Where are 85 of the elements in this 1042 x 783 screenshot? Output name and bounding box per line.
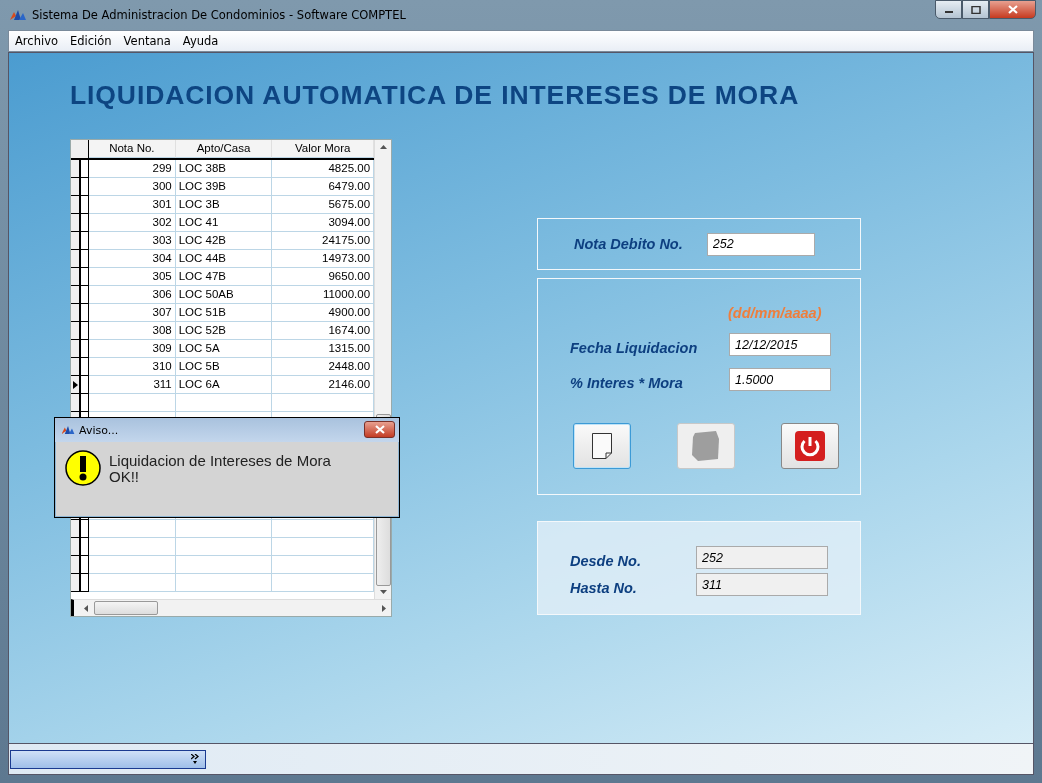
row-header[interactable]	[71, 214, 89, 232]
table-cell: LOC 42B	[175, 232, 273, 250]
table-cell: LOC 51B	[175, 304, 273, 322]
menu-item[interactable]: Edición	[64, 34, 117, 48]
table-cell: 304	[89, 250, 176, 268]
maximize-icon	[970, 5, 981, 14]
table-cell: 307	[89, 304, 176, 322]
input-field[interactable]: 252	[696, 546, 828, 569]
row-header[interactable]	[71, 340, 89, 358]
app-logo-icon	[61, 426, 75, 434]
menu-item[interactable]: Ayuda	[176, 34, 224, 48]
warning-icon	[65, 450, 101, 486]
table-cell: LOC 3B	[175, 196, 273, 214]
maximize-button[interactable]	[962, 0, 989, 19]
table-cell: 309	[89, 340, 176, 358]
input-field[interactable]: 252	[706, 232, 815, 256]
table-cell: LOC 44B	[175, 250, 273, 268]
table-cell: LOC 41	[175, 214, 273, 232]
row-header[interactable]	[71, 178, 89, 196]
column-header[interactable]: Nota No.	[89, 140, 176, 158]
scroll-right-arrow-icon[interactable]	[382, 604, 386, 612]
chevron-icon	[191, 754, 199, 764]
input-field[interactable]: 12/12/2015	[729, 333, 831, 356]
table-cell: 310	[89, 358, 176, 376]
table-cell: LOC 6A	[175, 376, 273, 394]
window-title: Sistema De Administracion De Condominios - Software COMPTEL	[32, 8, 406, 22]
page-heading: LIQUIDACION AUTOMATICA DE INTERESES DE MORA	[70, 80, 801, 111]
close-icon	[374, 425, 385, 434]
close-button[interactable]	[364, 421, 395, 438]
exit-button[interactable]	[781, 423, 839, 469]
close-icon	[1007, 5, 1018, 14]
table-cell: 306	[89, 286, 176, 304]
table-cell: 299	[89, 160, 176, 178]
table-cell: LOC 50AB	[175, 286, 273, 304]
field-label: Fecha Liquidacion	[570, 339, 698, 356]
new-button[interactable]	[573, 423, 631, 469]
field-label: Desde No.	[570, 552, 641, 569]
field-label: Nota Debito No.	[574, 236, 683, 252]
menu-item[interactable]: Archivo	[9, 34, 63, 48]
app-logo-icon	[10, 10, 26, 20]
row-header[interactable]	[71, 268, 89, 286]
close-button[interactable]	[989, 0, 1036, 19]
date-format-hint: (dd/mm/aaaa)	[728, 305, 822, 321]
dialog-title: Aviso...	[79, 423, 119, 437]
table-cell: 311	[89, 376, 176, 394]
scroll-thumb[interactable]	[94, 601, 158, 615]
status-panel[interactable]	[10, 749, 206, 769]
table-cell: LOC 47B	[175, 268, 273, 286]
scroll-down-arrow-icon[interactable]	[379, 590, 387, 594]
blob-icon	[692, 431, 720, 461]
row-header[interactable]	[71, 232, 89, 250]
dialog-message: OK!!	[109, 469, 139, 485]
table-cell: LOC 38B	[175, 160, 273, 178]
row-header[interactable]	[71, 250, 89, 268]
table-cell: 301	[89, 196, 176, 214]
row-header[interactable]	[71, 304, 89, 322]
scroll-left-arrow-icon[interactable]	[84, 604, 88, 612]
table-cell: LOC 5A	[175, 340, 273, 358]
input-field[interactable]: 1.5000	[729, 368, 831, 391]
table-cell: LOC 5B	[175, 358, 273, 376]
power-icon	[795, 431, 825, 461]
row-header[interactable]	[71, 358, 89, 376]
table-cell: 303	[89, 232, 176, 250]
column-header[interactable]: Apto/Casa	[175, 140, 273, 158]
table-cell: LOC 52B	[175, 322, 273, 340]
row-header[interactable]	[71, 160, 89, 178]
menu-item[interactable]: Ventana	[117, 34, 176, 48]
table-cell: 300	[89, 178, 176, 196]
table-cell: 305	[89, 268, 176, 286]
document-icon	[592, 433, 612, 459]
row-header[interactable]	[71, 196, 89, 214]
row-header[interactable]	[71, 376, 89, 394]
scroll-up-arrow-icon[interactable]	[379, 145, 387, 149]
column-header[interactable]: Valor Mora	[272, 140, 375, 158]
input-field[interactable]: 311	[696, 573, 828, 596]
row-header[interactable]	[71, 322, 89, 340]
table-cell: LOC 39B	[175, 178, 273, 196]
dialog-message: Liquidacion de Intereses de Mora	[109, 453, 331, 469]
table-cell: 302	[89, 214, 176, 232]
minimize-button[interactable]	[935, 0, 962, 19]
field-label: Hasta No.	[570, 579, 637, 596]
horizontal-scrollbar[interactable]	[71, 599, 391, 616]
field-label: % Interes * Mora	[570, 374, 683, 391]
table-cell: 308	[89, 322, 176, 340]
row-header[interactable]	[71, 286, 89, 304]
